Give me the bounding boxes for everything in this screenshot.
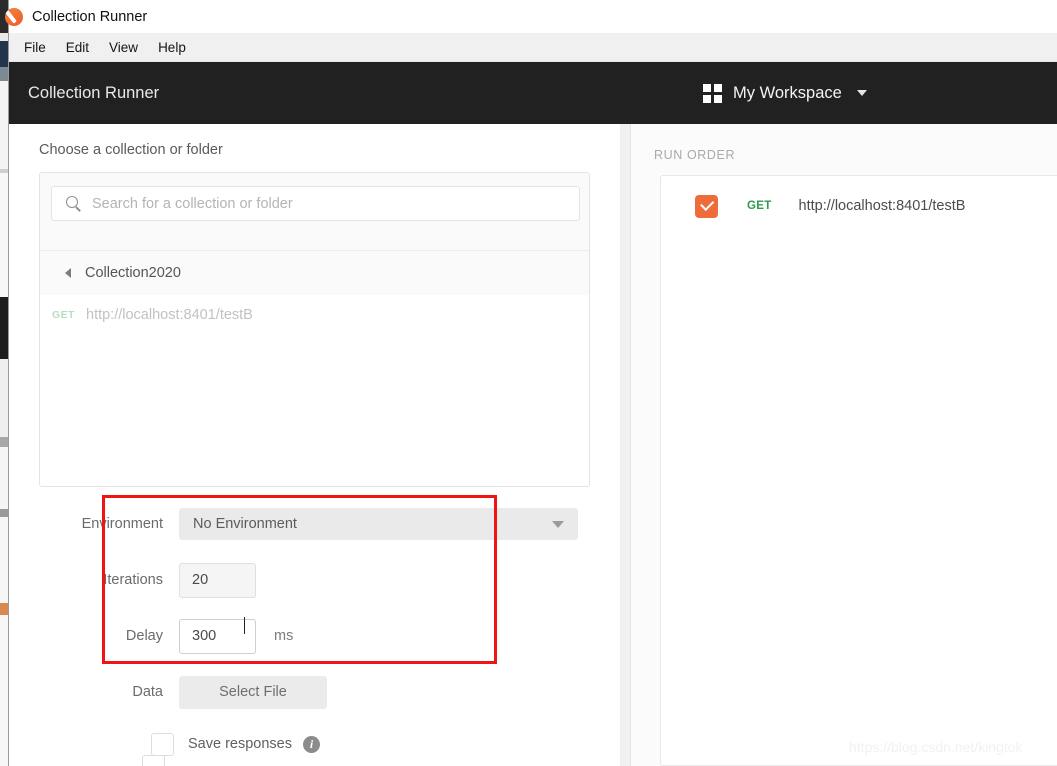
run-order-checkbox[interactable]	[695, 194, 718, 218]
save-responses-label: Save responses	[188, 736, 292, 752]
collection-item-collection2020[interactable]: Collection2020	[40, 251, 589, 295]
additional-option-checkbox[interactable]	[142, 755, 165, 766]
request-list: GET http://localhost:8401/testB	[40, 295, 589, 335]
search-input[interactable]	[92, 195, 562, 212]
run-order-card: GET http://localhost:8401/testB	[660, 175, 1057, 766]
delay-label: Delay	[125, 628, 163, 644]
titlebar: Collection Runner	[5, 0, 1057, 33]
main-window: Collection Runner File Edit View Help Co…	[5, 0, 1057, 766]
workspace-label: My Workspace	[733, 83, 842, 102]
save-responses-row: Save responses i	[9, 720, 620, 766]
left-pane: Choose a collection or folder Collection…	[9, 124, 620, 766]
postman-logo-icon	[5, 7, 23, 26]
menu-item-help[interactable]: Help	[148, 36, 196, 59]
triangle-left-icon[interactable]	[65, 268, 71, 278]
chevron-down-icon	[856, 90, 867, 96]
grid-icon	[703, 83, 722, 103]
text-cursor	[244, 617, 245, 634]
request-method: GET	[52, 309, 75, 321]
run-order-url: http://localhost:8401/testB	[798, 198, 966, 214]
chevron-down-icon	[552, 521, 564, 528]
menu-item-edit[interactable]: Edit	[56, 36, 99, 59]
data-row: Data Select File	[9, 664, 620, 720]
data-label: Data	[132, 684, 163, 700]
environment-select[interactable]: No Environment	[179, 508, 578, 540]
list-item[interactable]: GET http://localhost:8401/testB	[40, 295, 589, 335]
collection-runner-window: Collection Runner File Edit View Help Co…	[0, 0, 1057, 766]
choose-collection-label: Choose a collection or folder	[39, 142, 223, 158]
delay-row: Delay ms	[9, 608, 620, 664]
page-title: Collection Runner	[28, 83, 160, 102]
info-icon[interactable]: i	[302, 735, 320, 753]
save-responses-checkbox[interactable]	[151, 732, 174, 756]
search-box[interactable]	[51, 186, 580, 221]
window-title: Collection Runner	[32, 8, 148, 25]
menu-item-file[interactable]: File	[14, 36, 56, 59]
run-settings-form: Environment No Environment Iterations De…	[9, 496, 620, 766]
request-url: http://localhost:8401/testB	[86, 307, 253, 323]
environment-value: No Environment	[193, 516, 297, 532]
iterations-input[interactable]	[179, 562, 256, 598]
run-order-label: RUN ORDER	[654, 148, 736, 162]
environment-row: Environment No Environment	[9, 496, 620, 552]
search-section	[40, 173, 589, 251]
app-header: Collection Runner My Workspace	[9, 62, 1057, 124]
search-icon	[66, 196, 81, 211]
run-order-method: GET	[747, 200, 772, 212]
body: Choose a collection or folder Collection…	[9, 124, 1057, 766]
delay-units-label: ms	[274, 628, 294, 644]
collection-browser-panel: Collection2020 GET http://localhost:8401…	[39, 172, 590, 487]
select-file-button[interactable]: Select File	[179, 675, 327, 709]
workspace-selector[interactable]: My Workspace	[703, 83, 867, 103]
table-row[interactable]: GET http://localhost:8401/testB	[661, 176, 1057, 236]
menu-item-view[interactable]: View	[99, 36, 148, 59]
menubar: File Edit View Help	[9, 33, 1057, 62]
iterations-label: Iterations	[103, 572, 163, 588]
pane-divider[interactable]	[620, 124, 631, 766]
collection-name: Collection2020	[85, 265, 181, 281]
right-pane: RUN ORDER GET http://localhost:8401/test…	[631, 124, 1057, 766]
environment-label: Environment	[81, 516, 163, 532]
iterations-row: Iterations	[9, 552, 620, 608]
